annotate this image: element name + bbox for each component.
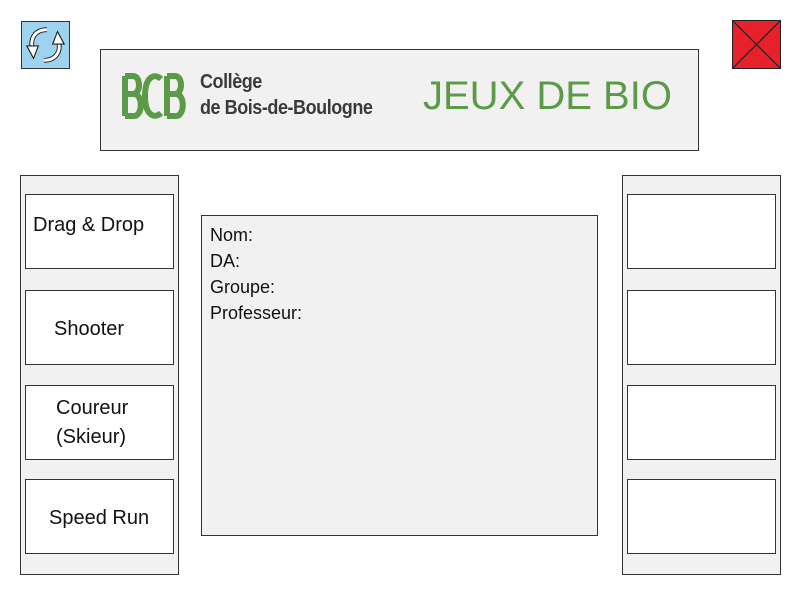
right-slot-3-button[interactable] (627, 385, 776, 460)
right-slot-2-button[interactable] (627, 290, 776, 365)
close-icon (733, 21, 780, 68)
groupe-label: Groupe: (210, 277, 276, 297)
professeur-label: Professeur: (210, 303, 303, 323)
speed-run-label: Speed Run (49, 507, 150, 529)
refresh-button[interactable] (21, 21, 70, 69)
speed-run-button[interactable]: Speed Run (25, 479, 174, 554)
right-slot-4-button[interactable] (627, 479, 776, 554)
right-slot-1-button[interactable] (627, 194, 776, 269)
da-label: DA: (210, 251, 241, 271)
refresh-icon (25, 27, 66, 63)
right-game-menu (622, 175, 781, 575)
drag-and-drop-label: Drag & Drop (33, 214, 145, 236)
shooter-button[interactable]: Shooter (25, 290, 174, 365)
nom-label: Nom: (210, 225, 254, 245)
close-button[interactable] (732, 20, 781, 69)
header-banner: Collège de Bois-de-Boulogne JEUX DE BIO (100, 49, 699, 151)
left-game-menu: Drag & Drop Shooter Coureur (Skieur) Spe… (20, 175, 179, 575)
college-logo-icon (122, 73, 186, 119)
drag-and-drop-button[interactable]: Drag & Drop (25, 194, 174, 269)
page-title: JEUX DE BIO (423, 74, 672, 118)
college-name-line2: de Bois-de-Boulogne (200, 97, 373, 119)
student-info-box: Nom: DA: Groupe: Professeur: (201, 215, 598, 536)
shooter-label: Shooter (54, 318, 125, 340)
coureur-skieur-button[interactable]: Coureur (Skieur) (25, 385, 174, 460)
college-name-line1: Collège (200, 71, 262, 93)
coureur-label: Coureur (56, 397, 129, 419)
skieur-label: (Skieur) (56, 426, 127, 448)
